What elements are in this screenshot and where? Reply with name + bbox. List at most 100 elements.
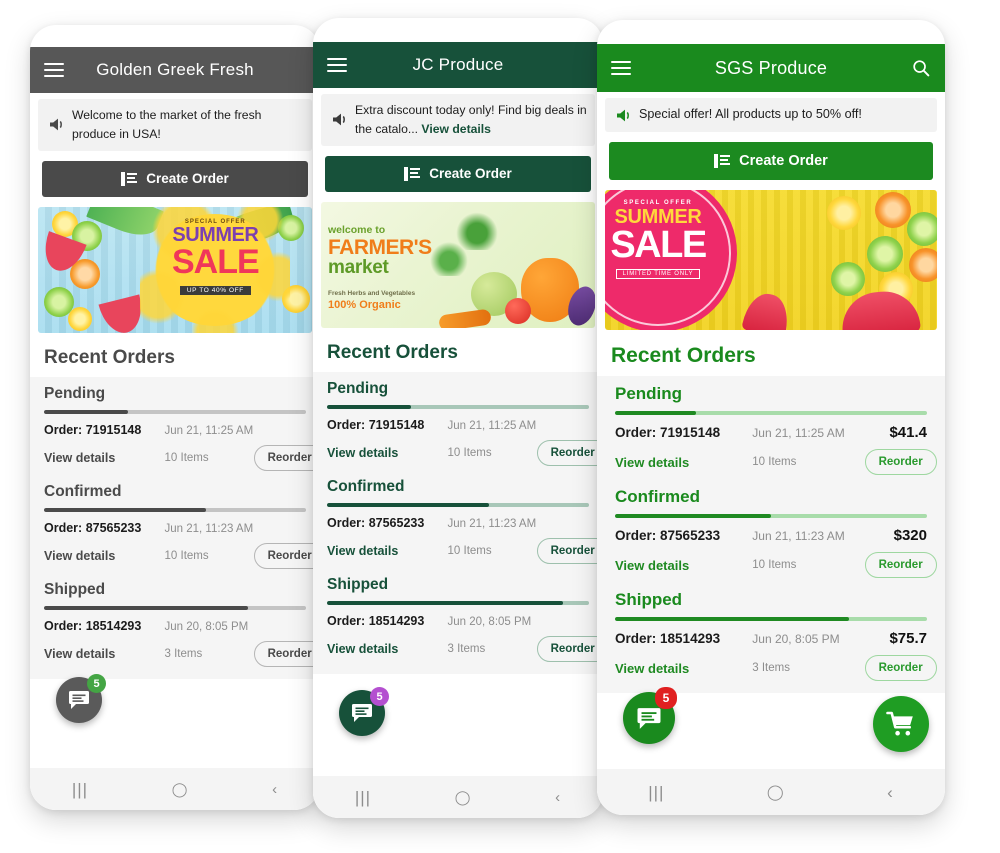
create-order-button[interactable]: Create Order (609, 142, 933, 180)
order-row-secondary: View details 10 Items Reorder (615, 441, 937, 481)
order-date: Jun 20, 8:05 PM (447, 615, 532, 628)
view-details-link[interactable]: View details (327, 446, 448, 460)
back-icon[interactable]: ‹ (887, 784, 894, 801)
order-date: Jun 21, 11:23 AM (164, 522, 254, 535)
home-icon[interactable]: ◯ (767, 785, 785, 800)
group-title: Shipped (327, 575, 389, 593)
order-row-primary: Order: 87565233 Jun 21, 11:23 AM (44, 512, 306, 535)
create-order-button[interactable]: Create Order (42, 160, 308, 197)
app-bar: SGS Produce (597, 44, 945, 92)
order-group-pending: Pending Order: 71915148 Jun 21, 11:25 AM… (597, 378, 945, 481)
order-date: Jun 21, 11:25 AM (752, 426, 845, 440)
order-row-primary: Order: 71915148 Jun 21, 11:25 AM (327, 409, 589, 432)
cart-icon (886, 711, 913, 735)
progress-bar (44, 605, 306, 610)
order-row-secondary: View details 3 Items Reorder (44, 633, 320, 673)
list-icon (121, 171, 138, 186)
hamburger-icon[interactable] (44, 62, 64, 78)
promo-banner[interactable]: SPECIAL OFFER SUMMER SALE UP TO 40% OFF (38, 206, 312, 333)
order-row-primary: Order: 87565233 Jun 21, 11:23 AM $320 (615, 518, 927, 544)
orders-card: Pending Order: 71915148 Jun 21, 11:25 AM… (313, 371, 603, 674)
promo-banner[interactable]: SPECIAL OFFER SUMMER SALE LIMITED TIME O… (605, 190, 937, 330)
chat-badge: 5 (87, 674, 106, 693)
group-title: Confirmed (615, 487, 700, 506)
view-details-link[interactable]: View details (327, 544, 448, 558)
order-date: Jun 21, 11:23 AM (447, 517, 537, 530)
orange-slice-icon (909, 248, 937, 282)
reorder-button[interactable]: Reorder (864, 655, 937, 681)
view-details-link[interactable]: View details (615, 558, 752, 573)
banner-organic: 100% Organic (328, 298, 401, 311)
order-id: Order: 18514293 (327, 613, 425, 628)
phone-screen: SGS Produce Special offer! All products … (597, 44, 945, 815)
banner-welcome: welcome to (328, 223, 386, 236)
hamburger-icon[interactable] (327, 57, 347, 73)
progress-bar (327, 600, 589, 605)
view-details-link[interactable]: View details (44, 451, 165, 465)
chat-icon (69, 691, 89, 709)
home-icon[interactable]: ◯ (455, 790, 472, 804)
order-row-secondary: View details 10 Items Reorder (615, 544, 937, 584)
promo-banner[interactable]: welcome to FARMER'S market Fresh Herbs a… (321, 201, 595, 328)
order-row-primary: Order: 71915148 Jun 21, 11:25 AM $41.4 (615, 415, 927, 441)
screenshot-stage: Golden Greek Fresh Welcome to the market… (0, 0, 1000, 853)
reorder-button[interactable]: Reorder (536, 439, 603, 466)
banner-tag: UP TO 40% OFF (179, 285, 251, 295)
hamburger-icon[interactable] (611, 60, 631, 76)
reorder-button[interactable]: Reorder (536, 635, 603, 662)
order-id: Order: 71915148 (327, 417, 425, 432)
phone-mockup-golden-greek-fresh: Golden Greek Fresh Welcome to the market… (30, 25, 320, 810)
group-title: Pending (327, 379, 389, 397)
view-details-link[interactable]: View details (327, 642, 448, 656)
view-details-link[interactable]: View details (44, 549, 165, 563)
app-title: JC Produce (412, 55, 504, 74)
back-icon[interactable]: ‹ (555, 790, 561, 805)
announcement-bar[interactable]: Welcome to the market of the fresh produ… (38, 99, 312, 151)
app-bar: Golden Greek Fresh (30, 47, 320, 93)
recent-apps-icon[interactable]: ||| (355, 789, 371, 806)
reorder-button[interactable]: Reorder (864, 552, 937, 578)
view-details-link[interactable]: View details (615, 455, 752, 470)
create-order-label: Create Order (429, 166, 512, 182)
search-icon[interactable] (911, 59, 931, 77)
order-group-confirmed: Confirmed Order: 87565233 Jun 21, 11:23 … (597, 481, 945, 584)
view-details-link[interactable]: View details (615, 661, 752, 676)
megaphone-icon (329, 112, 351, 127)
create-order-button[interactable]: Create Order (325, 155, 591, 192)
order-items-count: 3 Items (447, 642, 486, 655)
reorder-button[interactable]: Reorder (536, 537, 603, 564)
announcement-bar[interactable]: Extra discount today only! Find big deal… (321, 94, 595, 146)
back-icon[interactable]: ‹ (272, 782, 278, 797)
recent-apps-icon[interactable]: ||| (648, 784, 664, 801)
order-items-count: 10 Items (752, 456, 797, 468)
order-row-primary: Order: 71915148 Jun 21, 11:25 AM (44, 414, 306, 437)
reorder-button[interactable]: Reorder (253, 542, 320, 569)
view-details-link[interactable]: View details (44, 647, 165, 661)
order-items-count: 10 Items (752, 559, 797, 571)
list-icon (714, 154, 731, 168)
list-icon (404, 166, 421, 181)
chat-fab[interactable]: 5 (339, 687, 389, 736)
page-title: Recent Orders (611, 344, 756, 367)
order-row-secondary: View details 10 Items Reorder (327, 530, 603, 570)
chat-fab[interactable]: 5 (623, 687, 677, 744)
order-items-count: 10 Items (164, 549, 209, 562)
chat-icon (352, 704, 372, 722)
recent-apps-icon[interactable]: ||| (72, 781, 88, 798)
orange-slice-icon (875, 192, 911, 228)
order-row-secondary: View details 10 Items Reorder (327, 432, 603, 472)
chat-badge: 5 (370, 687, 389, 706)
order-items-count: 10 Items (447, 446, 492, 459)
order-price: $41.4 (889, 424, 927, 441)
chat-fab[interactable]: 5 (56, 674, 106, 723)
reorder-button[interactable]: Reorder (253, 640, 320, 667)
reorder-button[interactable]: Reorder (864, 449, 937, 475)
megaphone-icon (613, 108, 635, 123)
announcement-link[interactable]: View details (421, 122, 491, 136)
reorder-button[interactable]: Reorder (253, 444, 320, 471)
home-icon[interactable]: ◯ (172, 782, 189, 796)
announcement-bar[interactable]: Special offer! All products up to 50% of… (605, 98, 937, 132)
cart-fab[interactable] (873, 696, 929, 752)
phone-screen: JC Produce Extra discount today only! Fi… (313, 42, 603, 818)
group-title: Confirmed (327, 477, 405, 495)
